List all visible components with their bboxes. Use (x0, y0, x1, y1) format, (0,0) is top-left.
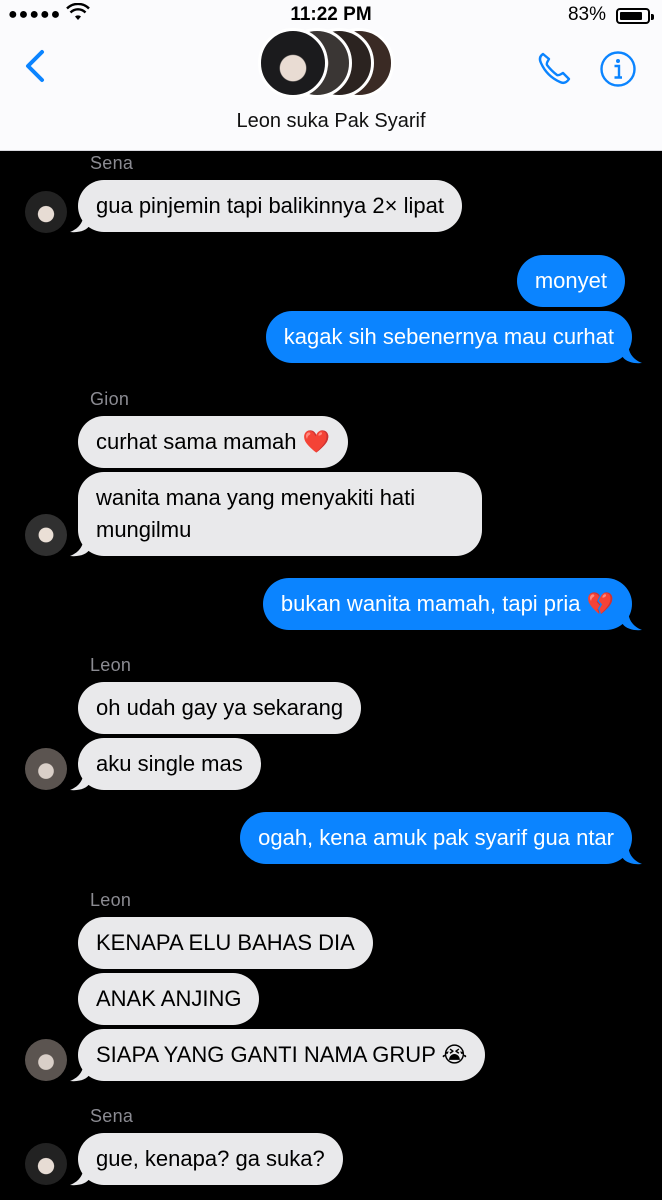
member-avatar (258, 28, 328, 98)
message-list[interactable]: Sena gua pinjemin tapi balikinnya 2× lip… (0, 151, 662, 1200)
outgoing-message[interactable]: bukan wanita mamah, tapi pria 💔 (262, 578, 632, 630)
battery-percent: 83% (567, 4, 606, 25)
outgoing-message[interactable]: monyet (516, 255, 625, 307)
group-name[interactable]: Leon suka Pak Syarif (0, 110, 662, 133)
sender-avatar[interactable] (25, 748, 67, 790)
sender-name: Leon (90, 655, 132, 675)
sender-name: Sena (90, 1106, 134, 1126)
call-button[interactable] (534, 48, 574, 88)
incoming-message[interactable]: aku single mas (78, 738, 261, 790)
battery-icon (616, 8, 654, 24)
outgoing-message[interactable]: kagak sih sebenernya mau curhat (265, 311, 632, 363)
sender-avatar[interactable] (25, 514, 67, 556)
sender-name: Leon (90, 890, 132, 910)
outgoing-message[interactable]: ogah, kena amuk pak syarif gua ntar (240, 812, 632, 864)
incoming-message[interactable]: gue, kenapa? ga suka? (78, 1133, 343, 1185)
incoming-message[interactable]: gua pinjemin tapi balikinnya 2× lipat (78, 180, 462, 232)
incoming-message[interactable]: ANAK ANJING (78, 973, 260, 1025)
status-time: 11:22 PM (290, 4, 372, 25)
info-icon (600, 51, 636, 87)
info-button[interactable] (599, 50, 637, 88)
sender-name: Sena (90, 153, 134, 173)
chat-header: ●●●●● 11:22 PM 83% Leon suka Pak Syarif (0, 0, 662, 151)
chevron-left-icon (26, 50, 44, 82)
back-button[interactable] (20, 46, 50, 86)
group-avatars[interactable] (258, 28, 408, 104)
incoming-message[interactable]: curhat sama mamah ❤️ (78, 416, 349, 468)
status-bar: ●●●●● 11:22 PM 83% (0, 2, 662, 27)
incoming-message[interactable]: wanita mana yang menyakiti hati mungilmu (78, 472, 482, 556)
sender-avatar[interactable] (25, 1143, 67, 1185)
sender-avatar[interactable] (25, 1039, 67, 1081)
sender-avatar[interactable] (25, 191, 67, 233)
incoming-message[interactable]: KENAPA ELU BAHAS DIA (78, 917, 373, 969)
incoming-message[interactable]: oh udah gay ya sekarang (78, 682, 362, 734)
phone-icon (538, 52, 571, 84)
incoming-message[interactable]: SIAPA YANG GANTI NAMA GRUP 😭 (78, 1029, 486, 1081)
sender-name: Gion (90, 389, 130, 409)
